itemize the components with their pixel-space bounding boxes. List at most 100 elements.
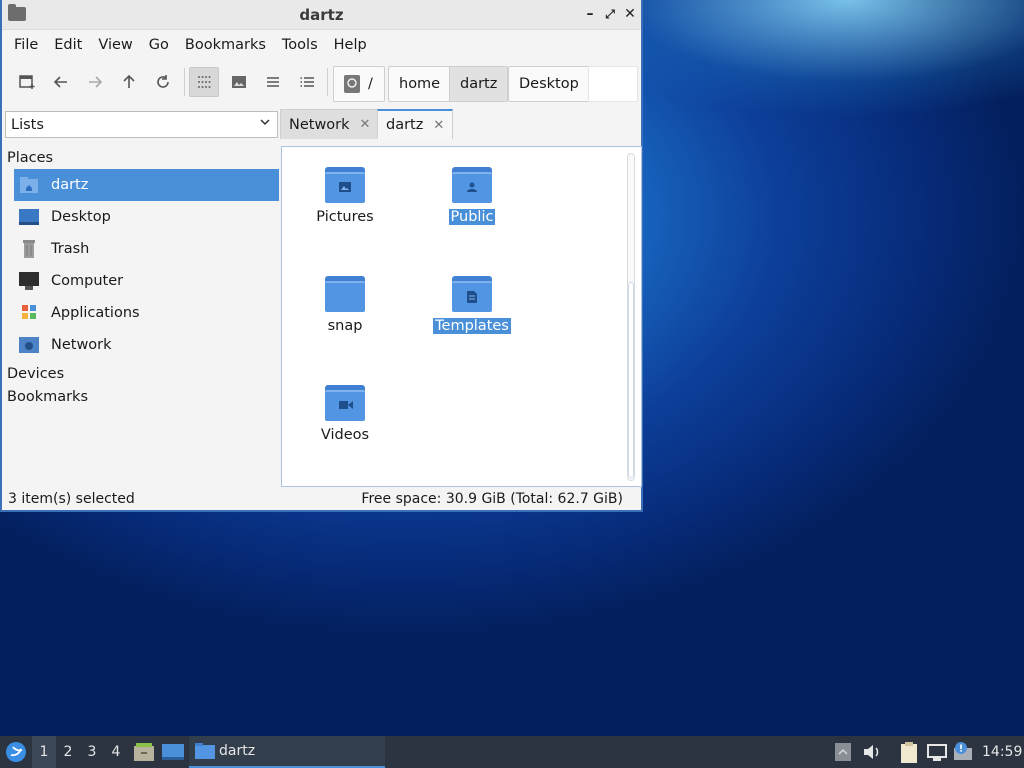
show-desktop-button[interactable] bbox=[162, 736, 184, 768]
desktop-1-button[interactable]: 1 bbox=[32, 736, 56, 768]
task-button-dartz[interactable]: dartz bbox=[189, 736, 385, 768]
side-pane-mode-select[interactable]: Lists bbox=[5, 111, 278, 138]
folder-label: Videos bbox=[320, 427, 370, 443]
chevron-down-icon bbox=[259, 116, 271, 131]
tab-close-icon[interactable]: ✕ bbox=[360, 117, 371, 132]
sidebar-item-dartz[interactable]: dartz bbox=[14, 169, 279, 201]
window-title: dartz bbox=[299, 6, 344, 24]
menu-help[interactable]: Help bbox=[326, 37, 375, 53]
compact-view-button[interactable] bbox=[258, 67, 288, 97]
reload-button[interactable] bbox=[148, 67, 178, 97]
grid-icon bbox=[198, 76, 211, 88]
folder-item-templates[interactable]: Templates bbox=[417, 276, 527, 334]
breadcrumb-home-label: home bbox=[399, 76, 441, 92]
tab-dartz-label: dartz bbox=[386, 117, 424, 133]
reload-icon bbox=[157, 75, 169, 88]
folder-item-pictures[interactable]: Pictures bbox=[290, 167, 400, 225]
file-view[interactable]: Pictures Public snap Templates Videos bbox=[281, 146, 642, 487]
drive-icon bbox=[344, 75, 360, 93]
applications-icon bbox=[19, 304, 39, 322]
menu-tools[interactable]: Tools bbox=[274, 37, 326, 53]
maximize-button[interactable]: ⤢ bbox=[602, 6, 618, 22]
forward-button[interactable] bbox=[80, 67, 110, 97]
network-monitor-icon[interactable] bbox=[926, 742, 947, 762]
lubuntu-logo-icon bbox=[6, 742, 26, 762]
breadcrumb-root-label: / bbox=[368, 76, 373, 92]
folder-label: Pictures bbox=[316, 209, 374, 225]
title-bar[interactable]: dartz – ⤢ ✕ bbox=[2, 0, 641, 30]
new-tab-button[interactable] bbox=[12, 67, 42, 97]
folder-label: Public bbox=[448, 209, 496, 225]
desktop-4-button[interactable]: 4 bbox=[104, 736, 128, 768]
devices-header[interactable]: Devices bbox=[5, 363, 279, 385]
tab-dartz[interactable]: dartz ✕ bbox=[377, 109, 454, 139]
start-menu-button[interactable] bbox=[4, 736, 28, 768]
sidebar-item-applications[interactable]: Applications bbox=[5, 297, 279, 329]
breadcrumb-filler bbox=[588, 66, 638, 102]
tab-network[interactable]: Network ✕ bbox=[280, 109, 380, 139]
breadcrumb-dartz[interactable]: dartz bbox=[449, 66, 509, 102]
desktop-2-button[interactable]: 2 bbox=[56, 736, 80, 768]
vertical-scrollbar[interactable] bbox=[627, 153, 635, 481]
arrow-up-icon bbox=[123, 74, 135, 88]
tab-close-icon[interactable]: ✕ bbox=[433, 118, 444, 133]
up-button[interactable] bbox=[114, 67, 144, 97]
sidebar-item-label: Computer bbox=[51, 273, 124, 289]
breadcrumb-home[interactable]: home bbox=[388, 66, 452, 102]
sidebar-item-trash[interactable]: Trash bbox=[5, 233, 279, 265]
thumbnail-view-button[interactable] bbox=[224, 67, 254, 97]
back-button[interactable] bbox=[46, 67, 76, 97]
menu-go[interactable]: Go bbox=[141, 37, 177, 53]
desktop-3-button[interactable]: 3 bbox=[80, 736, 104, 768]
update-notifier-icon[interactable] bbox=[952, 742, 972, 762]
tray-show-hidden-icon[interactable] bbox=[834, 742, 854, 762]
bookmarks-header[interactable]: Bookmarks bbox=[5, 386, 279, 408]
network-icon bbox=[19, 336, 39, 354]
places-header[interactable]: Places bbox=[5, 147, 279, 169]
detailed-list-icon bbox=[300, 77, 314, 87]
sidebar-item-label: Applications bbox=[51, 305, 140, 321]
folder-snap-icon bbox=[325, 276, 365, 312]
side-pane-mode-value: Lists bbox=[11, 116, 44, 133]
breadcrumb-root[interactable]: / bbox=[333, 66, 385, 102]
places-sidebar: Places dartz Desktop Trash Computer Appl… bbox=[5, 147, 279, 408]
sidebar-item-computer[interactable]: Computer bbox=[5, 265, 279, 297]
file-cabinet-icon bbox=[134, 743, 154, 761]
show-desktop-icon bbox=[162, 744, 184, 760]
status-bar: 3 item(s) selected Free space: 30.9 GiB … bbox=[2, 488, 641, 510]
detailed-view-button[interactable] bbox=[292, 67, 322, 97]
clipboard-icon[interactable] bbox=[899, 741, 919, 763]
sidebar-item-desktop[interactable]: Desktop bbox=[5, 201, 279, 233]
sidebar-item-label: Trash bbox=[51, 241, 90, 257]
clock[interactable]: 14:59 bbox=[982, 736, 1022, 768]
volume-icon[interactable] bbox=[862, 742, 882, 762]
toolbar: / home dartz Desktop bbox=[2, 60, 641, 108]
image-icon bbox=[232, 76, 246, 88]
icon-view-button[interactable] bbox=[189, 67, 219, 97]
scrollbar-thumb[interactable] bbox=[628, 282, 634, 478]
breadcrumb-desktop[interactable]: Desktop bbox=[508, 66, 590, 102]
folder-public-icon bbox=[452, 167, 492, 203]
folder-icon bbox=[195, 743, 215, 759]
menu-file[interactable]: File bbox=[6, 37, 46, 53]
menu-view[interactable]: View bbox=[90, 37, 140, 53]
sidebar-item-label: Desktop bbox=[51, 209, 111, 225]
menu-bar: File Edit View Go Bookmarks Tools Help bbox=[2, 30, 641, 60]
folder-item-public[interactable]: Public bbox=[417, 167, 527, 225]
folder-label: Templates bbox=[433, 318, 511, 334]
menu-edit[interactable]: Edit bbox=[46, 37, 90, 53]
folder-item-snap[interactable]: snap bbox=[290, 276, 400, 334]
folder-label: snap bbox=[327, 318, 363, 334]
sidebar-item-label: dartz bbox=[51, 177, 89, 193]
folder-item-videos[interactable]: Videos bbox=[290, 385, 400, 443]
close-button[interactable]: ✕ bbox=[622, 6, 638, 22]
file-manager-launcher[interactable] bbox=[133, 736, 155, 768]
minimize-button[interactable]: – bbox=[582, 6, 598, 22]
sidebar-item-network[interactable]: Network bbox=[5, 329, 279, 361]
menu-bookmarks[interactable]: Bookmarks bbox=[177, 37, 274, 53]
new-tab-icon bbox=[19, 75, 35, 89]
arrow-left-icon bbox=[53, 76, 67, 88]
computer-icon bbox=[19, 272, 39, 290]
toolbar-separator bbox=[184, 68, 185, 96]
breadcrumb-desktop-label: Desktop bbox=[519, 76, 579, 92]
